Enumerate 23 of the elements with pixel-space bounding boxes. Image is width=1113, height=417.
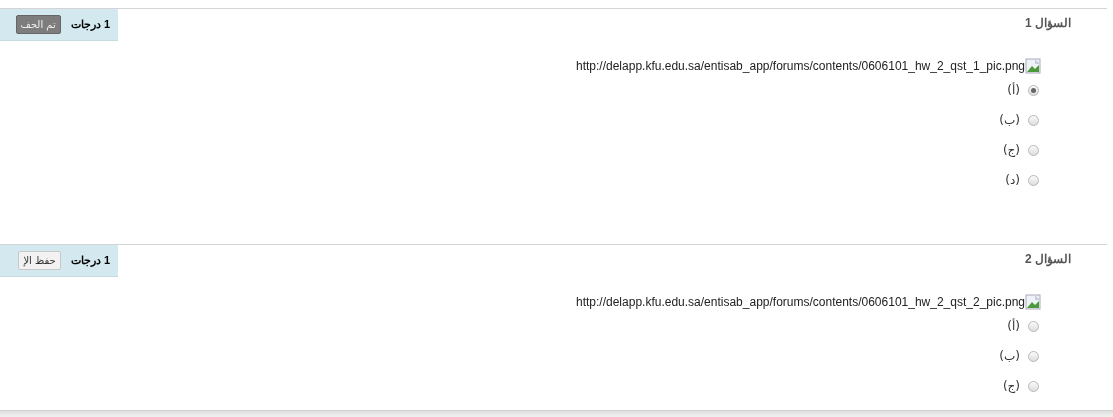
option-label: (ب) [999, 113, 1020, 127]
option-label: (أ) [1007, 83, 1020, 97]
radio-button[interactable] [1028, 320, 1039, 332]
radio-button[interactable] [1028, 84, 1039, 96]
option-label: (ب) [999, 349, 1020, 363]
option-label: (د) [1005, 173, 1020, 187]
grade-label: 1 درجات [70, 18, 110, 31]
question-title: السؤال 2 [1024, 252, 1072, 266]
image-url-text: http://delapp.kfu.edu.sa/entisab_app/forums/contents/0606101_hw_2_qst_1_pic.png [576, 59, 1025, 73]
radio-button[interactable] [1028, 114, 1039, 126]
broken-image-icon [1025, 58, 1041, 74]
radio-button[interactable] [1028, 144, 1039, 156]
question-title: السؤال 1 [1024, 16, 1072, 30]
grade-label: 1 درجات [70, 254, 110, 267]
image-url-text: http://delapp.kfu.edu.sa/entisab_app/forums/contents/0606101_hw_2_qst_2_pic.png [576, 295, 1025, 309]
option-label: (ج) [1002, 143, 1020, 157]
option-label: (ج) [1002, 379, 1020, 393]
radio-button[interactable] [1028, 380, 1039, 392]
radio-button[interactable] [1028, 174, 1039, 186]
radio-button[interactable] [1028, 350, 1039, 362]
broken-image-icon [1025, 294, 1041, 310]
save-button[interactable]: حفظ الإ [18, 251, 61, 270]
option-label: (أ) [1007, 319, 1020, 333]
